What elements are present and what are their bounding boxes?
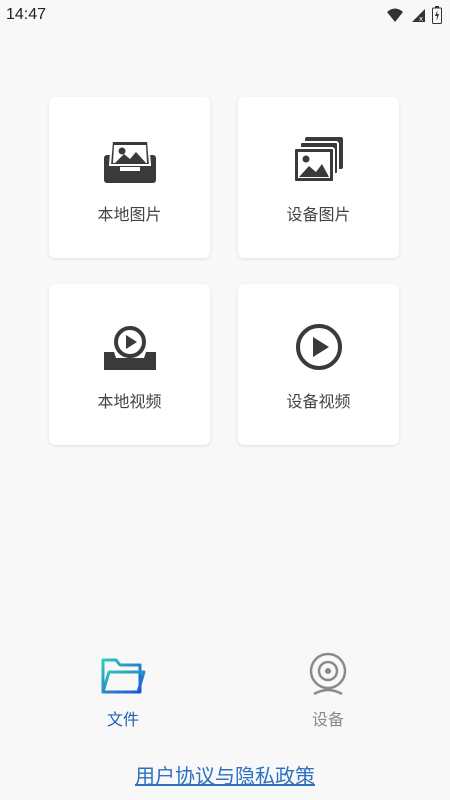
device-video-icon xyxy=(295,324,342,370)
camera-icon xyxy=(309,652,347,696)
device-image-card[interactable]: 设备图片 xyxy=(238,97,399,258)
tab-device-label: 设备 xyxy=(311,710,344,729)
local-video-icon xyxy=(103,326,156,370)
device-image-label: 设备图片 xyxy=(286,205,351,224)
tab-files-label: 文件 xyxy=(106,710,139,729)
device-image-icon xyxy=(292,137,343,183)
status-time: 14:47 xyxy=(6,6,47,23)
status-icons: x xyxy=(386,5,442,25)
local-image-icon xyxy=(103,140,156,183)
signal-icon: x xyxy=(412,9,425,23)
battery-icon xyxy=(432,6,442,24)
status-bar: 14:47 x xyxy=(0,0,450,30)
tab-files[interactable]: 文件 xyxy=(83,650,163,730)
local-video-label: 本地视频 xyxy=(97,392,162,411)
privacy-policy-link[interactable]: 用户协议与隐私政策 xyxy=(0,760,450,789)
device-video-label: 设备视频 xyxy=(286,392,351,411)
wifi-icon xyxy=(387,8,403,22)
folder-icon xyxy=(101,658,146,694)
local-image-label: 本地图片 xyxy=(97,205,162,224)
svg-text:x: x xyxy=(419,15,423,23)
tab-device[interactable]: 设备 xyxy=(288,650,368,730)
device-video-card[interactable]: 设备视频 xyxy=(238,284,399,445)
local-video-card[interactable]: 本地视频 xyxy=(49,284,210,445)
local-image-card[interactable]: 本地图片 xyxy=(49,97,210,258)
